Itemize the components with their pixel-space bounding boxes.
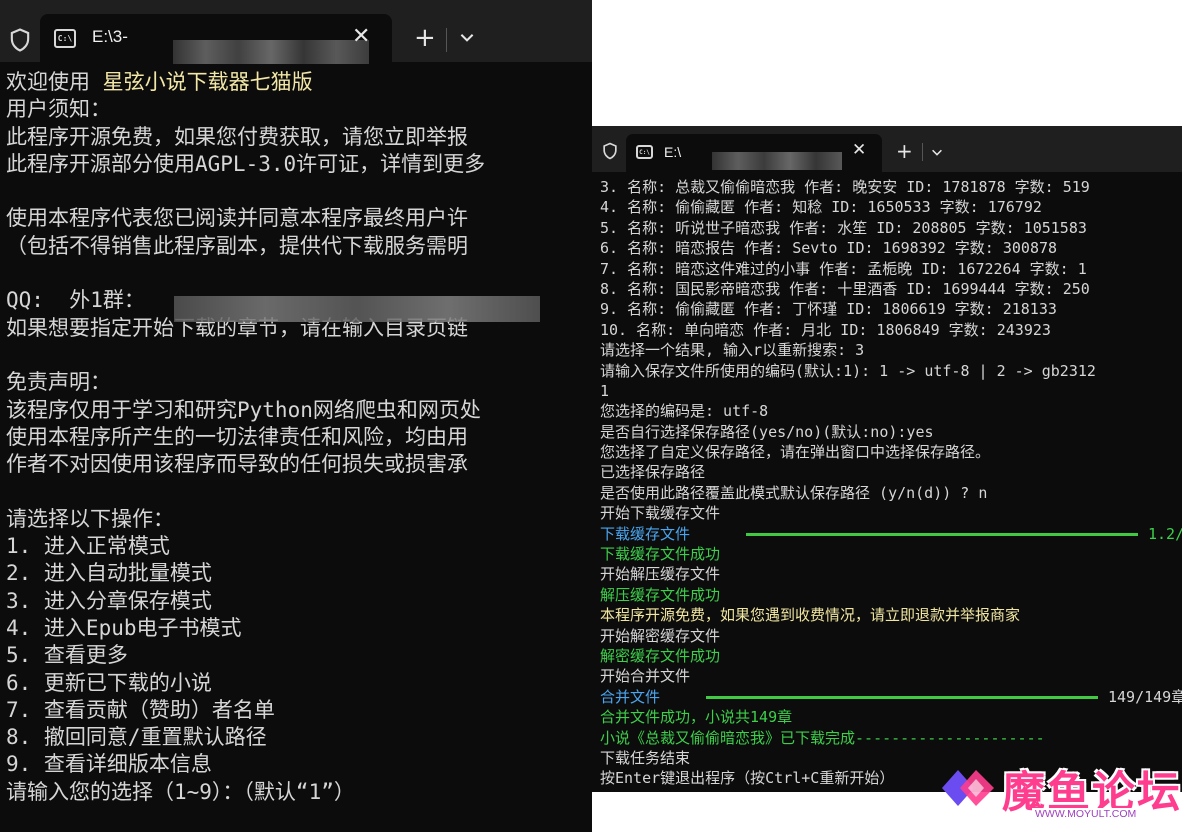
terminal-line: 使用本程序所产生的一切法律责任和风险，均由用 — [6, 424, 468, 449]
redacted-path — [712, 152, 842, 170]
terminal-line: 本程序开源免费，如果您遇到收费情况，请立即退款并举报商家 — [600, 606, 1021, 625]
terminal-line: 1 — [600, 381, 610, 400]
terminal-line: 免责声明： — [6, 370, 111, 395]
terminal-line: 解密缓存文件成功 — [600, 646, 721, 665]
terminal-line: 请输入您的选择（1~9）：（默认“1”） — [6, 779, 355, 804]
terminal-line: 10. 名称: 单向暗恋 作者: 月北 ID: 1806849 字数: 2439… — [600, 320, 1051, 339]
close-tab-icon[interactable]: ✕ — [352, 24, 370, 49]
terminal-line: 是否使用此路径覆盖此模式默认保存路径 (y/n(d)) ? n — [600, 483, 988, 502]
terminal-line: 8. 名称: 国民影帝暗恋我 作者: 十里酒香 ID: 1699444 字数: … — [600, 279, 1090, 298]
terminal-line: 解压缓存文件成功 — [600, 585, 721, 604]
terminal-line: 6. 更新已下载的小说 — [6, 670, 212, 695]
terminal-output: 3. 名称: 总裁又偷偷暗恋我 作者: 晚安安 ID: 1781878 字数: … — [600, 177, 1182, 789]
progress-value: 1.2/ — [1148, 524, 1182, 543]
terminal-line: 是否自行选择保存路径(yes/no)(默认:no):yes — [600, 422, 934, 441]
terminal-line: 您选择了自定义保存路径，请在弹出窗口中选择保存路径。 — [600, 443, 991, 462]
terminal-output: 欢迎使用 星弦小说下载器七猫版 用户须知： 此程序开源免费，如果您付费获取，请您立即… — [6, 69, 485, 806]
terminal-line: 开始下载缓存文件 — [600, 504, 721, 523]
new-tab-button[interactable]: + — [896, 140, 913, 162]
terminal-line: 请选择以下操作： — [6, 506, 174, 531]
progress-row: 合并文件 149/149章 — [600, 687, 1182, 707]
watermark: 魔鱼论坛 WWW.MOYULT.COM — [936, 752, 1182, 832]
terminal-line: 4. 名称: 偷偷藏匿 作者: 知稔 ID: 1650533 字数: 17679… — [600, 198, 1042, 217]
progress-value: 149/149章 — [1108, 687, 1182, 706]
watermark-url: WWW.MOYULT.COM — [1032, 808, 1140, 820]
terminal-line: 请输入保存文件所使用的编码(默认:1): 1 -> utf-8 | 2 -> g… — [600, 361, 1096, 380]
shield-icon — [603, 142, 617, 160]
terminal-line: 9. 查看详细版本信息 — [6, 752, 212, 777]
terminal-line: 3. 进入分章保存模式 — [6, 588, 212, 613]
tab-terminal[interactable]: C:\ E:\3- ✕ — [40, 14, 392, 64]
terminal-line: 此程序开源部分使用AGPL-3.0许可证，详情到更多 — [6, 151, 486, 176]
terminal-line: 小说《总裁又偷偷暗恋我》已下载完成--------------------- — [600, 728, 1045, 747]
terminal-line: 5. 查看更多 — [6, 643, 128, 668]
chevron-down-icon[interactable] — [458, 28, 476, 46]
terminal-line: 9. 名称: 偷偷藏匿 作者: 丁怀瑾 ID: 1806619 字数: 2181… — [600, 300, 1057, 319]
terminal-line: 已选择保存路径 — [600, 463, 706, 482]
tab-bar: C:\ E:\ ✕ + — [592, 126, 1182, 172]
terminal-icon: C:\ — [54, 29, 76, 48]
divider — [446, 28, 447, 52]
close-tab-icon[interactable]: ✕ — [852, 140, 866, 160]
terminal-line: 7. 名称: 暗恋这件难过的小事 作者: 孟栀晚 ID: 1672264 字数:… — [600, 259, 1087, 278]
terminal-line: 开始解压缓存文件 — [600, 565, 721, 584]
tab-bar: C:\ E:\3- ✕ + — [0, 0, 592, 64]
terminal-line: 8. 撤回同意/重置默认路径 — [6, 725, 267, 750]
tab-terminal[interactable]: C:\ E:\ ✕ — [626, 134, 882, 172]
terminal-line: 3. 名称: 总裁又偷偷暗恋我 作者: 晚安安 ID: 1781878 字数: … — [600, 178, 1090, 196]
divider — [922, 143, 923, 161]
terminal-window-main: C:\ E:\3- ✕ + 欢迎使用 星弦小说下载器七猫版 用户须知： 此程序开源免… — [0, 0, 592, 832]
terminal-line: 开始合并文件 — [600, 667, 691, 686]
terminal-line: 下载缓存文件成功 — [600, 545, 721, 564]
terminal-line: 此程序开源免费，如果您付费获取，请您立即举报 — [6, 124, 468, 149]
tab-title: E:\ — [664, 144, 682, 160]
terminal-line: 作者不对因使用该程序而导致的任何损失或损害承 — [6, 452, 468, 477]
terminal-line: 您选择的编码是: utf-8 — [600, 402, 769, 421]
terminal-line: 2. 进入自动批量模式 — [6, 561, 212, 586]
redacted-qq-number — [174, 296, 540, 322]
terminal-line: 4. 进入Epub电子书模式 — [6, 615, 242, 640]
progress-bar — [706, 695, 1098, 699]
terminal-line: 请选择一个结果, 输入r以重新搜索: 3 — [600, 341, 865, 360]
terminal-line: 使用本程序代表您已阅读并同意本程序最终用户许 — [6, 206, 468, 231]
progress-row: 下载缓存文件 1.2/ — [600, 524, 1182, 544]
terminal-line: 欢迎使用 星弦小说下载器七猫版 — [6, 70, 313, 94]
terminal-line: 7. 查看贡献（赞助）者名单 — [6, 697, 275, 722]
app-name: 星弦小说下载器七猫版 — [102, 70, 313, 94]
shield-icon — [10, 28, 30, 52]
terminal-line: 该程序仅用于学习和研究Python网络爬虫和网页处 — [6, 397, 481, 422]
progress-label: 下载缓存文件 — [600, 524, 691, 543]
chevron-down-icon[interactable] — [930, 145, 944, 159]
progress-bar — [746, 532, 1138, 536]
tab-title: E:\3- — [92, 27, 128, 46]
terminal-line: 合并文件成功，小说共149章 — [600, 708, 793, 727]
progress-label: 合并文件 — [600, 687, 661, 706]
terminal-line: 6. 名称: 暗恋报告 作者: Sevto ID: 1698392 字数: 30… — [600, 239, 1058, 258]
redacted-path — [173, 40, 369, 64]
terminal-line: 开始解密缓存文件 — [600, 626, 721, 645]
terminal-window-secondary: C:\ E:\ ✕ + 3. 名称: 总裁又偷偷暗恋我 作者: 晚安安 ID: … — [592, 126, 1182, 792]
fish-logo-icon — [942, 770, 994, 806]
terminal-line: 5. 名称: 听说世子暗恋我 作者: 水笙 ID: 208805 字数: 105… — [600, 218, 1087, 237]
terminal-line: 1. 进入正常模式 — [6, 534, 170, 559]
new-tab-button[interactable]: + — [414, 23, 436, 53]
terminal-icon: C:\ — [636, 145, 653, 159]
terminal-line: 用户须知： — [6, 97, 111, 122]
terminal-line: （包括不得销售此程序副本，提供代下载服务需明 — [6, 233, 468, 258]
